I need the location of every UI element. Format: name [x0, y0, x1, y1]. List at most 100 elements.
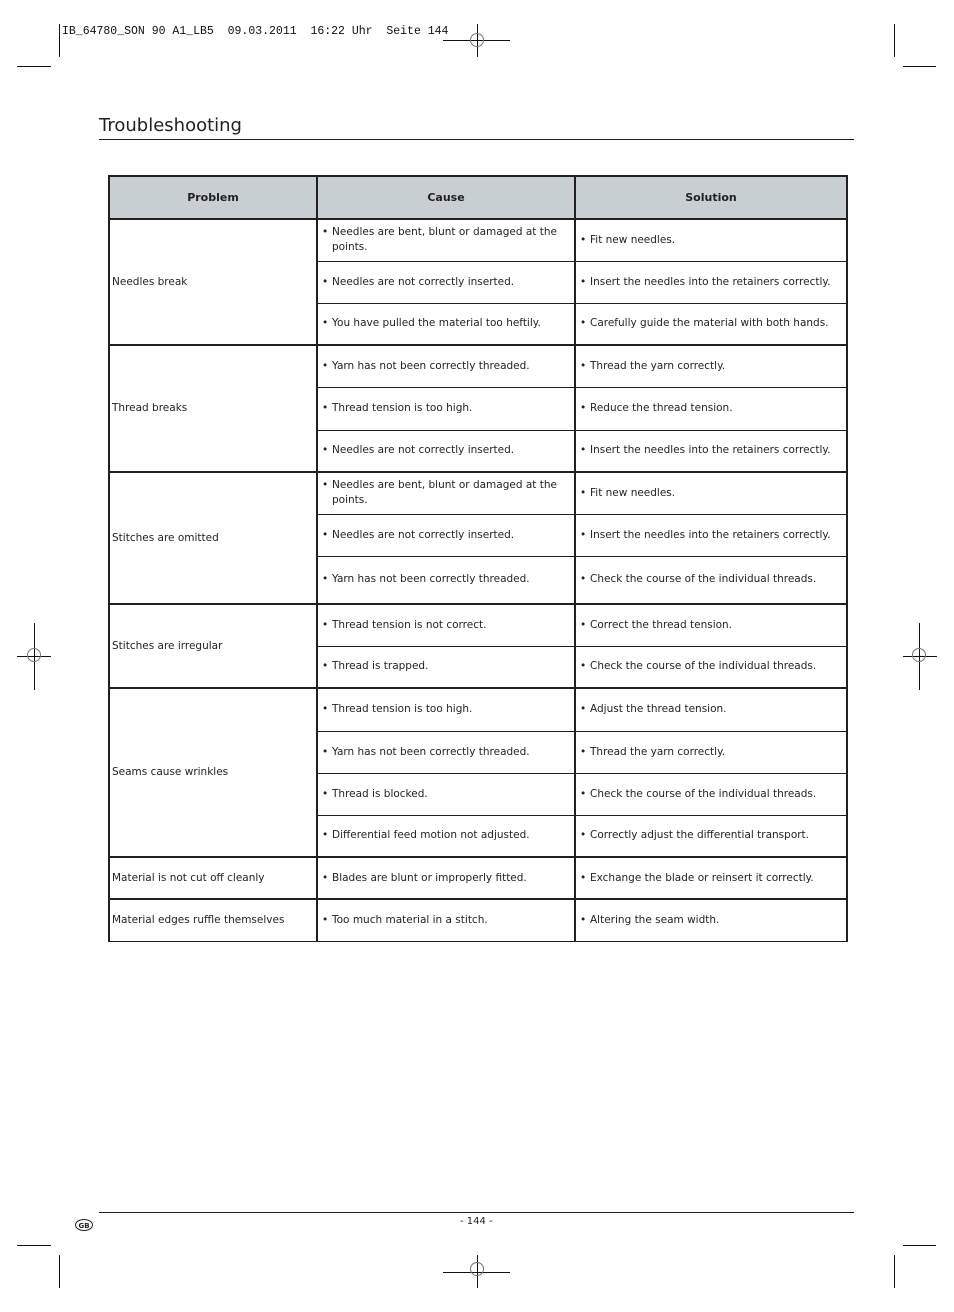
cause-text: Needles are not correctly inserted. — [332, 275, 515, 288]
print-slug: IB_64780_SON 90 A1_LB5 09.03.2011 16:22 … — [62, 25, 449, 38]
bullet-icon: • — [580, 573, 587, 586]
bullet-icon: • — [322, 745, 329, 758]
bullet-icon: • — [322, 913, 329, 926]
solution-cell: • Check the course of the individual thre… — [574, 645, 848, 689]
header-cause: Cause — [316, 175, 576, 220]
cause-cell: • Thread tension is too high. — [316, 386, 576, 431]
cause-cell: • Yarn has not been correctly threaded. — [316, 555, 576, 605]
problem-cell: Material edges ruffle themselves — [108, 898, 318, 942]
bullet-icon: • — [580, 913, 587, 926]
title-rule — [99, 139, 854, 140]
crop-mark — [894, 1255, 895, 1288]
solution-text: Insert the needles into the retainers co… — [590, 275, 831, 288]
cause-text: Needles are bent, blunt or damaged at th… — [332, 226, 557, 254]
problem-cell: Seams cause wrinkles — [108, 687, 318, 858]
cause-text: Thread is trapped. — [332, 660, 429, 673]
solution-cell: • Exchange the blade or reinsert it corre… — [574, 856, 848, 900]
bullet-icon: • — [580, 444, 587, 457]
bullet-icon: • — [580, 486, 587, 499]
bullet-icon: • — [580, 660, 587, 673]
cause-cell: • Too much material in a stitch. — [316, 898, 576, 942]
bullet-icon: • — [322, 871, 329, 884]
bullet-icon: • — [580, 317, 587, 330]
solution-text: Correct the thread tension. — [590, 618, 733, 631]
solution-cell: • Insert the needles into the retainers c… — [574, 513, 848, 557]
bullet-icon: • — [580, 745, 587, 758]
bullet-icon: • — [580, 618, 587, 631]
cause-cell: • Thread tension is too high. — [316, 687, 576, 732]
solution-text: Altering the seam width. — [590, 913, 720, 926]
cause-cell: • Thread is blocked. — [316, 772, 576, 816]
solution-text: Check the course of the individual threa… — [590, 787, 817, 800]
cause-cell: • Needles are bent, blunt or damaged at t… — [316, 471, 576, 515]
registration-circle-icon — [470, 1262, 484, 1276]
cause-cell: • Needles are not correctly inserted. — [316, 429, 576, 473]
cause-text: Thread tension is too high. — [332, 703, 473, 716]
solution-cell: • Thread the yarn correctly. — [574, 344, 848, 388]
table-row: Stitches are irregular • Thread tension is… — [108, 603, 848, 689]
solution-cell: • Check the course of the individual thre… — [574, 772, 848, 816]
bullet-icon: • — [322, 479, 329, 492]
bullet-icon: • — [580, 233, 587, 246]
cause-text: Thread tension is too high. — [332, 402, 473, 414]
solution-cell: • Insert the needles into the retainers c… — [574, 260, 848, 304]
cause-text: Thread is blocked. — [332, 787, 428, 800]
bullet-icon: • — [322, 703, 329, 716]
cause-cell: • Thread is trapped. — [316, 645, 576, 689]
cause-text: You have pulled the material too heftily… — [332, 317, 541, 330]
solution-cell: • Thread the yarn correctly. — [574, 730, 848, 774]
solution-text: Adjust the thread tension. — [590, 703, 727, 716]
bullet-icon: • — [580, 402, 587, 414]
registration-circle-icon — [470, 33, 484, 47]
solution-text: Fit new needles. — [590, 486, 676, 499]
solution-cell: • Correctly adjust the differential trans… — [574, 814, 848, 858]
bullet-icon: • — [322, 359, 329, 372]
registration-circle-icon — [27, 648, 41, 662]
solution-cell: • Check the course of the individual thre… — [574, 555, 848, 605]
solution-cell: • Insert the needles into the retainers c… — [574, 429, 848, 473]
page-title: Troubleshooting — [99, 115, 242, 136]
bullet-icon: • — [322, 787, 329, 800]
table-row: Stitches are omitted • Needles are bent, b… — [108, 471, 848, 605]
problem-cell: Needles break — [108, 218, 318, 346]
solution-text: Check the course of the individual threa… — [590, 573, 817, 586]
cause-text: Needles are not correctly inserted. — [332, 444, 515, 457]
crop-mark — [17, 66, 51, 67]
problem-cell: Stitches are irregular — [108, 603, 318, 689]
bullet-icon: • — [322, 573, 329, 586]
bullet-icon: • — [322, 402, 329, 414]
bullet-icon: • — [322, 275, 329, 288]
registration-circle-icon — [912, 648, 926, 662]
cause-text: Too much material in a stitch. — [332, 913, 488, 926]
bullet-icon: • — [322, 317, 329, 330]
bullet-icon: • — [322, 528, 329, 541]
table-row: Seams cause wrinkles • Thread tension is t… — [108, 687, 848, 858]
cause-text: Blades are blunt or improperly fitted. — [332, 871, 527, 884]
table-row: Thread breaks • Yarn has not been correctl… — [108, 344, 848, 473]
bullet-icon: • — [322, 618, 329, 631]
solution-cell: • Reduce the thread tension. — [574, 386, 848, 431]
crop-mark — [59, 1255, 60, 1288]
problem-cell: Stitches are omitted — [108, 471, 318, 605]
cause-cell: • Yarn has not been correctly threaded. — [316, 344, 576, 388]
problem-cell: Thread breaks — [108, 344, 318, 473]
solution-cell: • Carefully guide the material with both … — [574, 302, 848, 346]
table-header-row: Problem Cause Solution — [108, 175, 848, 220]
crop-mark — [903, 1245, 936, 1246]
crop-mark — [59, 24, 60, 57]
bullet-icon: • — [322, 226, 329, 239]
solution-text: Thread the yarn correctly. — [590, 359, 726, 372]
cause-cell: • Yarn has not been correctly threaded. — [316, 730, 576, 774]
solution-text: Reduce the thread tension. — [590, 402, 733, 414]
bullet-icon: • — [580, 359, 587, 372]
solution-cell: • Correct the thread tension. — [574, 603, 848, 647]
header-problem: Problem — [108, 175, 318, 220]
solution-cell: • Fit new needles. — [574, 471, 848, 515]
solution-text: Correctly adjust the differential transp… — [590, 829, 810, 842]
cause-text: Needles are not correctly inserted. — [332, 528, 515, 541]
bullet-icon: • — [322, 444, 329, 457]
cause-text: Yarn has not been correctly threaded. — [332, 745, 530, 758]
solution-text: Exchange the blade or reinsert it correc… — [590, 871, 814, 884]
cause-text: Yarn has not been correctly threaded. — [332, 573, 530, 586]
cause-cell: • Differential feed motion not adjusted. — [316, 814, 576, 858]
